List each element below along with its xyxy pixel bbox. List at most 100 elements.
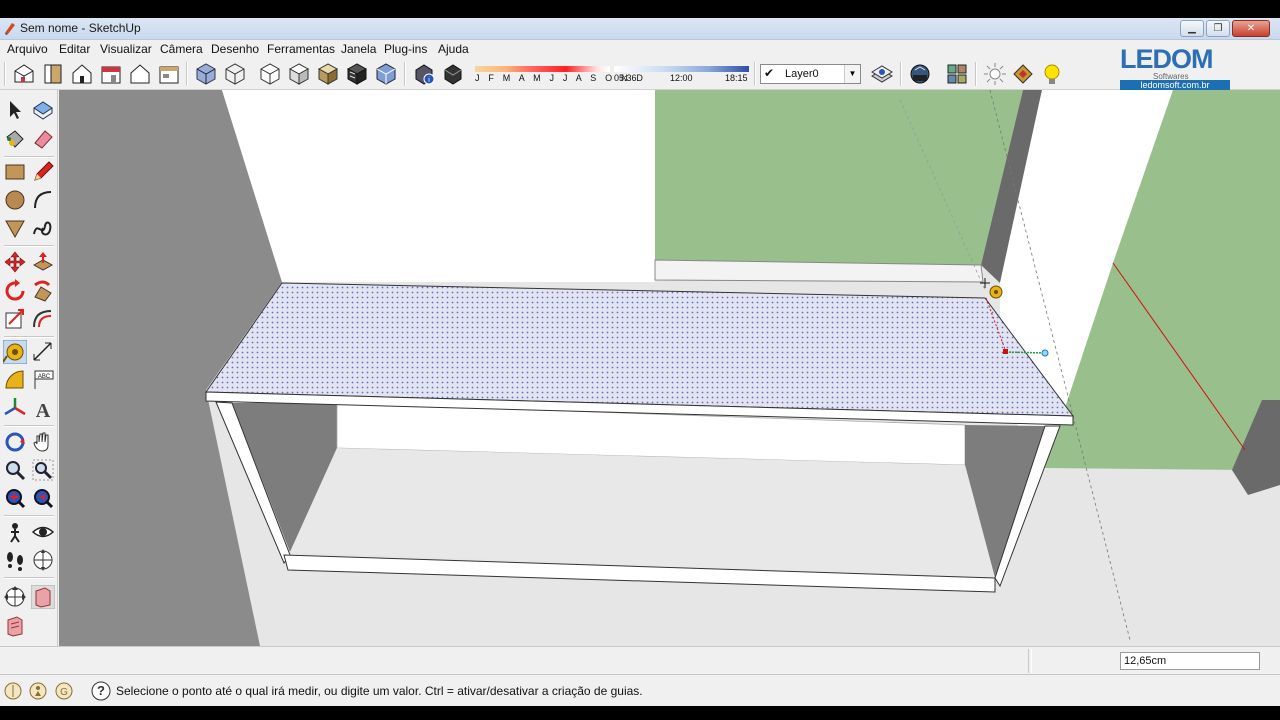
- menu-desenho[interactable]: Desenho: [211, 42, 259, 56]
- window-title: Sem nome - SketchUp: [20, 21, 141, 35]
- zoom-window-icon[interactable]: [31, 458, 55, 482]
- zoom-icon[interactable]: [3, 458, 27, 482]
- orbit-icon[interactable]: [3, 430, 27, 454]
- menu-janela[interactable]: Janela: [341, 42, 376, 56]
- geo-location-icon[interactable]: [3, 681, 23, 701]
- measurements-input[interactable]: 12,65cm: [1120, 652, 1260, 670]
- components-icon[interactable]: [945, 62, 969, 86]
- menu-editar[interactable]: Editar: [59, 42, 90, 56]
- close-button[interactable]: ✕: [1232, 20, 1270, 37]
- google-sign-in-icon[interactable]: G: [54, 681, 74, 701]
- make-component-icon[interactable]: [31, 98, 55, 122]
- status-message: Selecione o ponto até o qual irá medir, …: [116, 684, 643, 698]
- menu-plugins[interactable]: Plug-ins: [384, 42, 427, 56]
- photo-textures-icon[interactable]: [908, 62, 932, 86]
- letterbox-bottom: [0, 706, 1280, 720]
- dimension-icon[interactable]: [31, 340, 55, 364]
- move-icon[interactable]: [3, 250, 27, 274]
- scene-3d-model[interactable]: [59, 90, 1280, 646]
- date-slider[interactable]: J F M A M J J A S O N D: [475, 66, 643, 84]
- menu-ferramentas[interactable]: Ferramentas: [267, 42, 335, 56]
- text-label-icon[interactable]: ABC: [31, 368, 55, 392]
- freehand-icon[interactable]: [31, 216, 55, 240]
- menu-visualizar[interactable]: Visualizar: [100, 42, 152, 56]
- light-bulb-icon[interactable]: [1040, 62, 1064, 86]
- toolbar-separator: [4, 245, 54, 247]
- section-plane-icon[interactable]: [31, 548, 55, 572]
- rotate-icon[interactable]: [3, 279, 27, 303]
- scale-icon[interactable]: [3, 307, 27, 331]
- offset-icon[interactable]: [31, 307, 55, 331]
- back-edges-icon[interactable]: [374, 62, 398, 86]
- wireframe-icon[interactable]: [223, 62, 247, 86]
- circle-icon[interactable]: [3, 188, 27, 212]
- logo-main-text: LEDOM: [1120, 44, 1213, 74]
- title-bar: Sem nome - SketchUp ▁ ❐ ✕: [0, 18, 1280, 40]
- menu-ajuda[interactable]: Ajuda: [438, 42, 469, 56]
- time-slider[interactable]: 05:36 12:00 18:15: [614, 66, 749, 84]
- position-camera-icon[interactable]: [3, 520, 27, 544]
- time-end-label: 18:15: [725, 73, 748, 83]
- tape-measure-icon[interactable]: [3, 340, 27, 364]
- rectangle-icon[interactable]: [3, 160, 27, 184]
- paint-bucket-icon[interactable]: [3, 127, 27, 151]
- sun-icon[interactable]: [983, 62, 1007, 86]
- sketchup-logo-icon: [5, 23, 15, 35]
- arc-icon[interactable]: [31, 188, 55, 212]
- top-view-icon[interactable]: [41, 62, 65, 86]
- push-pull-icon[interactable]: [31, 250, 55, 274]
- drawing-viewport[interactable]: [59, 90, 1280, 646]
- shaded-textures-icon[interactable]: [316, 62, 340, 86]
- walk-footprints-icon[interactable]: [3, 548, 27, 572]
- toolbar-separator: [4, 156, 54, 158]
- section-cuts-icon[interactable]: [3, 614, 27, 638]
- sandbox-icon[interactable]: [3, 585, 27, 609]
- toolbar-separator: [4, 515, 54, 517]
- svg-text:A: A: [36, 400, 51, 420]
- credits-icon[interactable]: [28, 681, 48, 701]
- pan-hand-icon[interactable]: [31, 430, 55, 454]
- layer-dropdown[interactable]: ✔ Layer0 ▼: [760, 64, 861, 84]
- layer-manager-icon[interactable]: [870, 62, 894, 86]
- line-pencil-icon[interactable]: [31, 160, 55, 184]
- xray-icon[interactable]: [194, 62, 218, 86]
- minimize-button[interactable]: ▁: [1180, 20, 1204, 37]
- 3d-text-icon[interactable]: A: [31, 396, 55, 420]
- hidden-line-icon[interactable]: [258, 62, 282, 86]
- date-slider-track[interactable]: [475, 66, 610, 72]
- previous-view-icon[interactable]: [31, 486, 55, 510]
- render-icon[interactable]: [1011, 62, 1035, 86]
- maximize-button[interactable]: ❐: [1206, 20, 1230, 37]
- look-around-icon[interactable]: [31, 520, 55, 544]
- zoom-extents-icon[interactable]: [3, 486, 27, 510]
- time-slider-track[interactable]: [614, 66, 749, 72]
- monochrome-icon[interactable]: [345, 62, 369, 86]
- display-shadows-icon[interactable]: [441, 62, 465, 86]
- chevron-down-icon[interactable]: ▼: [844, 65, 860, 83]
- protractor-icon[interactable]: [3, 368, 27, 392]
- back-view-icon[interactable]: [128, 62, 152, 86]
- shaded-icon[interactable]: [287, 62, 311, 86]
- section-display-icon[interactable]: [31, 585, 55, 609]
- axes-icon[interactable]: [3, 396, 27, 420]
- menu-arquivo[interactable]: Arquivo: [7, 42, 48, 56]
- follow-me-icon[interactable]: [31, 279, 55, 303]
- left-view-icon[interactable]: [157, 62, 181, 86]
- front-view-icon[interactable]: [70, 62, 94, 86]
- iso-view-icon[interactable]: [12, 62, 36, 86]
- menu-camera[interactable]: Câmera: [160, 42, 203, 56]
- sketchup-window: Sem nome - SketchUp ▁ ❐ ✕ Arquivo Editar…: [0, 0, 1280, 720]
- right-view-icon[interactable]: [99, 62, 123, 86]
- left-toolbar: ABC A: [0, 90, 58, 646]
- main-toolbar: i J F M A M J J A S O N D 05:36 12:00 18…: [0, 58, 1280, 90]
- toolbar-separator: [4, 425, 54, 427]
- polygon-icon[interactable]: [3, 216, 27, 240]
- help-glyph: ?: [97, 683, 105, 698]
- toolbar-separator: [404, 62, 406, 86]
- status-bar: G ? Selecione o ponto até o qual irá med…: [0, 674, 1280, 706]
- current-layer-check-icon: ✔: [764, 66, 775, 80]
- eraser-icon[interactable]: [31, 127, 55, 151]
- shadow-settings-icon[interactable]: i: [412, 62, 436, 86]
- toolbar-separator: [4, 336, 54, 338]
- select-arrow-icon[interactable]: [3, 98, 27, 122]
